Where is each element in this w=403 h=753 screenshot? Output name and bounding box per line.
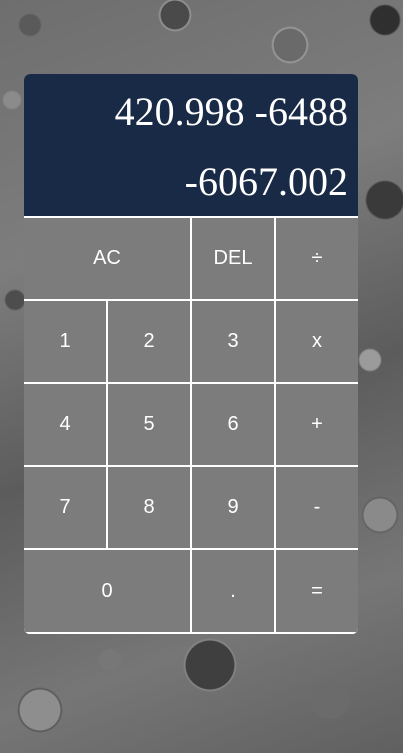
digit-9-button[interactable]: 9	[192, 467, 274, 548]
decimal-button[interactable]: .	[192, 550, 274, 632]
digit-0-button[interactable]: 0	[24, 550, 190, 632]
digit-8-button[interactable]: 8	[108, 467, 190, 548]
multiply-button[interactable]: x	[276, 301, 358, 382]
digit-4-button[interactable]: 4	[24, 384, 106, 465]
digit-3-button[interactable]: 3	[192, 301, 274, 382]
current-operand: -6067.002	[184, 159, 348, 204]
equals-button[interactable]: =	[276, 550, 358, 632]
digit-1-button[interactable]: 1	[24, 301, 106, 382]
keypad: AC DEL ÷ 1 2 3 x 4 5 6 + 7 8 9 - 0 . =	[24, 218, 358, 634]
calculator: 420.998 -6488 -6067.002 AC DEL ÷ 1 2 3 x…	[24, 74, 358, 634]
display: 420.998 -6488 -6067.002	[24, 74, 358, 216]
divide-button[interactable]: ÷	[276, 218, 358, 299]
delete-button[interactable]: DEL	[192, 218, 274, 299]
digit-6-button[interactable]: 6	[192, 384, 274, 465]
add-button[interactable]: +	[276, 384, 358, 465]
digit-5-button[interactable]: 5	[108, 384, 190, 465]
digit-2-button[interactable]: 2	[108, 301, 190, 382]
all-clear-button[interactable]: AC	[24, 218, 190, 299]
previous-operand: 420.998 -6488	[114, 89, 348, 134]
subtract-button[interactable]: -	[276, 467, 358, 548]
digit-7-button[interactable]: 7	[24, 467, 106, 548]
